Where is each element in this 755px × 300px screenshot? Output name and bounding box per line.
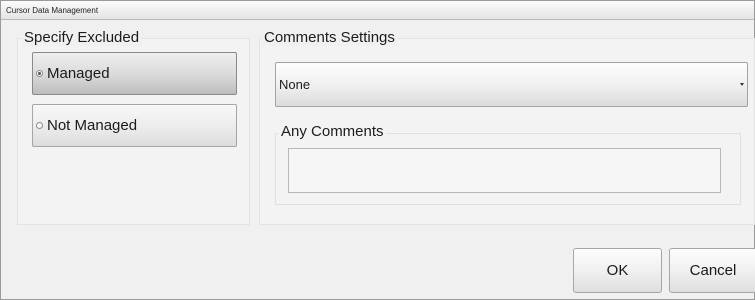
specify-excluded-heading: Specify Excluded bbox=[21, 29, 143, 46]
ok-button[interactable]: OK bbox=[573, 248, 662, 293]
not-managed-option-label: Not Managed bbox=[47, 117, 138, 134]
comments-settings-dropdown[interactable]: None bbox=[275, 62, 748, 107]
window-title: Cursor Data Management bbox=[1, 1, 754, 20]
dropdown-selected-value: None bbox=[279, 77, 311, 92]
comments-settings-heading: Comments Settings bbox=[261, 29, 398, 46]
cancel-button[interactable]: Cancel bbox=[669, 248, 755, 293]
any-comments-input[interactable] bbox=[288, 148, 721, 193]
managed-option-label: Managed bbox=[47, 65, 110, 82]
any-comments-label: Any Comments bbox=[279, 123, 386, 140]
not-managed-option-button[interactable]: Not Managed bbox=[32, 104, 237, 147]
chevron-down-icon bbox=[740, 83, 744, 86]
radio-selected-icon bbox=[36, 70, 43, 77]
managed-option-button[interactable]: Managed bbox=[32, 52, 237, 95]
radio-unselected-icon bbox=[36, 122, 43, 129]
